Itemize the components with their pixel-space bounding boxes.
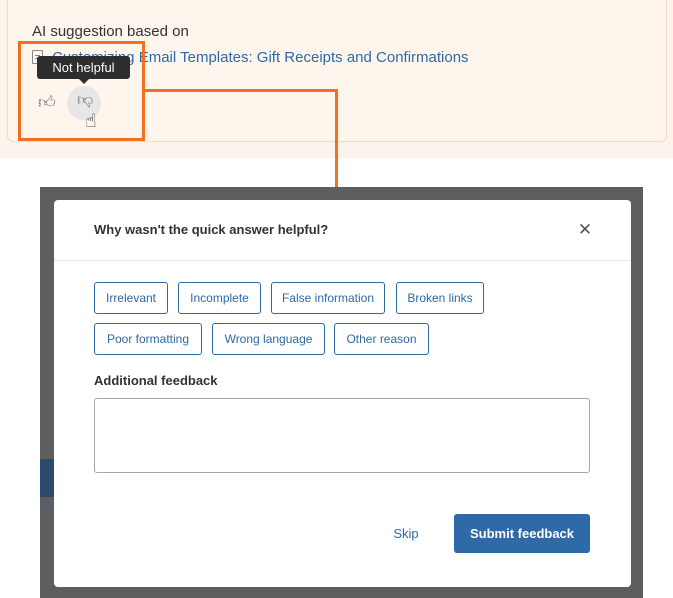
modal-header: Why wasn't the quick answer helpful? ✕ [54, 200, 631, 261]
modal-title: Why wasn't the quick answer helpful? [94, 222, 329, 237]
annotation-arrow-horizontal [145, 89, 338, 92]
reason-chip-wrong-language[interactable]: Wrong language [212, 323, 325, 355]
reason-chip-broken-links[interactable]: Broken links [396, 282, 484, 314]
additional-feedback-textarea[interactable] [94, 398, 590, 473]
ai-suggestion-intro: AI suggestion based on [32, 23, 189, 40]
reason-chip-poor-formatting[interactable]: Poor formatting [94, 323, 202, 355]
close-icon[interactable]: ✕ [576, 220, 594, 240]
screenshot-stage: AI suggestion based on Customizing Email… [0, 0, 673, 598]
reason-chip-irrelevant[interactable]: Irrelevant [94, 282, 168, 314]
highlight-annotation-box [18, 41, 145, 141]
skip-button[interactable]: Skip [386, 522, 426, 546]
background-blue-block [40, 459, 54, 497]
submit-feedback-button[interactable]: Submit feedback [454, 514, 590, 553]
reason-chip-other-reason[interactable]: Other reason [334, 323, 429, 355]
additional-feedback-label: Additional feedback [94, 373, 218, 388]
reason-chip-incomplete[interactable]: Incomplete [178, 282, 261, 314]
reason-chip-false-information[interactable]: False information [271, 282, 385, 314]
feedback-modal: Why wasn't the quick answer helpful? ✕ I… [54, 200, 631, 587]
